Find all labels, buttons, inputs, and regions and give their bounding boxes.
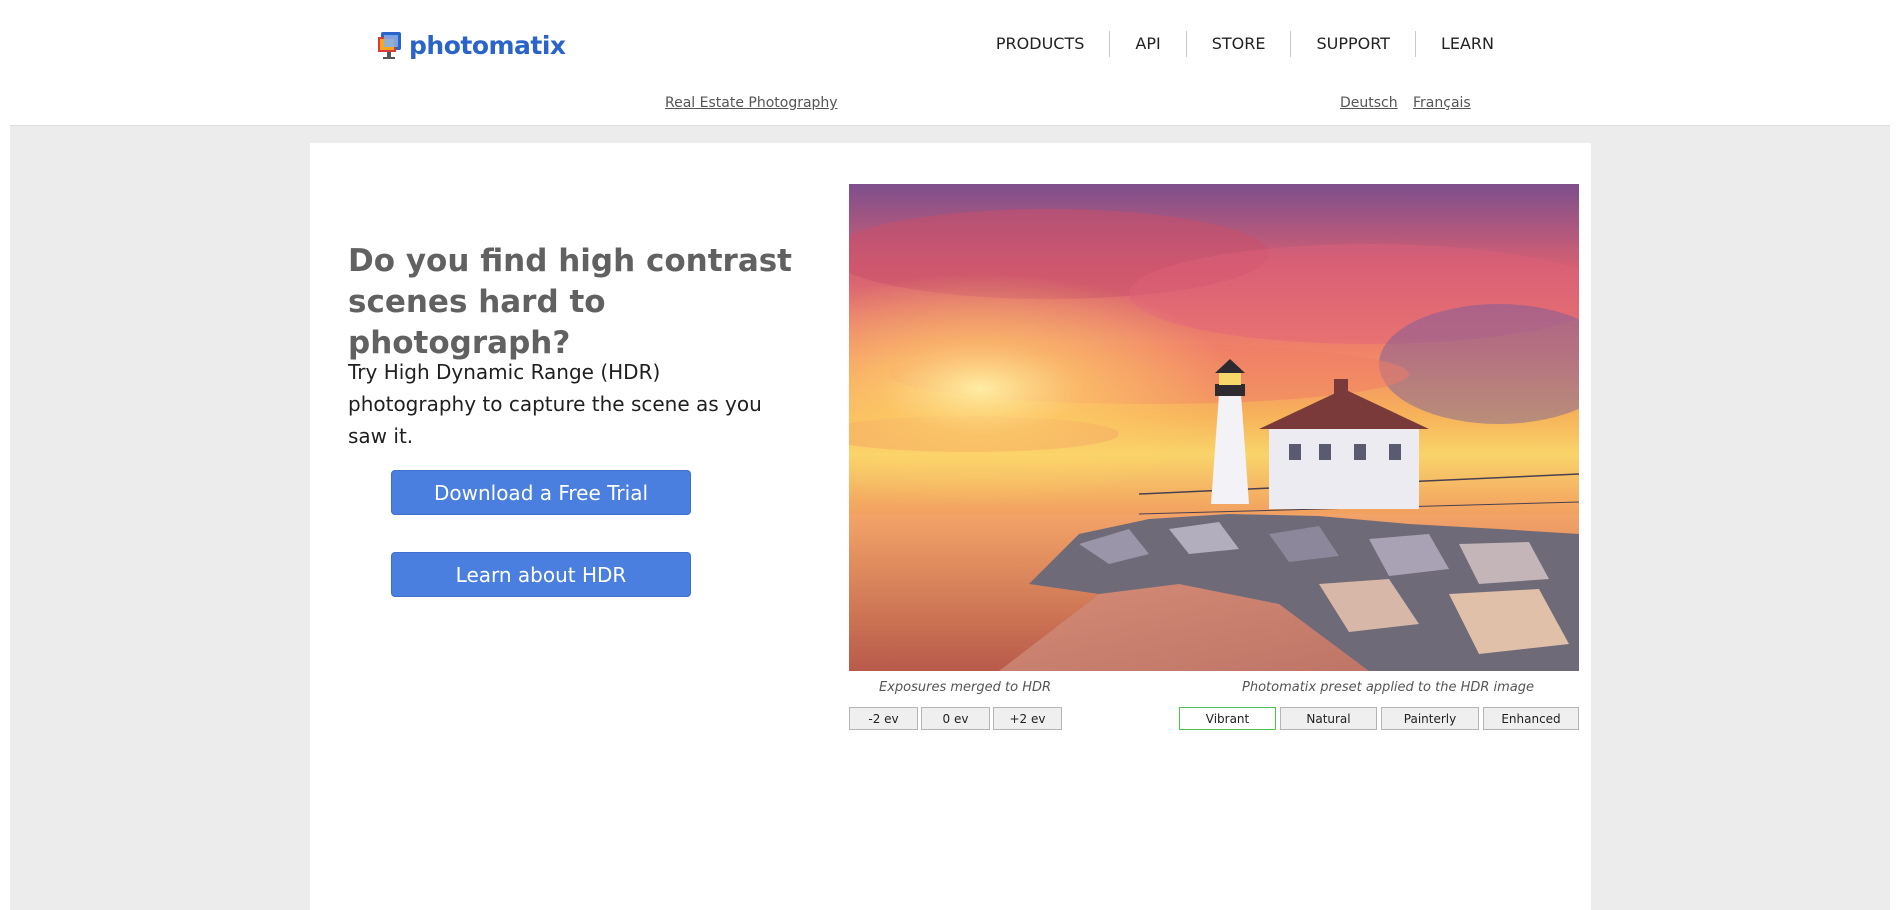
preset-enhanced-button[interactable]: Enhanced (1483, 707, 1579, 730)
hdr-example-image (849, 184, 1579, 671)
nav-api[interactable]: API (1109, 31, 1185, 57)
language-francais-link[interactable]: Français (1413, 95, 1471, 111)
hero-lead: Try High Dynamic Range (HDR) photography… (348, 360, 762, 448)
nav-learn[interactable]: LEARN (1414, 31, 1494, 57)
exposure-plus2-button[interactable]: +2 ev (993, 707, 1062, 730)
download-free-trial-button[interactable]: Download a Free Trial (391, 470, 691, 515)
exposure-minus2-button[interactable]: -2 ev (849, 707, 918, 730)
exposures-caption: Exposures merged to HDR (879, 680, 1052, 695)
site-header: photomatix PRODUCTS API STORE SUPPORT LE… (0, 0, 1898, 126)
logo-wordmark: photomatix (409, 30, 566, 60)
presets-caption: Photomatix preset applied to the HDR ima… (1242, 680, 1535, 695)
preset-vibrant-button[interactable]: Vibrant (1179, 707, 1276, 730)
nav-support[interactable]: SUPPORT (1290, 31, 1414, 57)
preset-painterly-button[interactable]: Painterly (1381, 707, 1479, 730)
photomatix-logo-icon (377, 31, 403, 59)
nav-store[interactable]: STORE (1185, 31, 1291, 57)
learn-about-hdr-button[interactable]: Learn about HDR (391, 552, 691, 597)
main-nav: PRODUCTS API STORE SUPPORT LEARN (971, 31, 1494, 57)
real-estate-photography-link[interactable]: Real Estate Photography (665, 95, 838, 111)
page: photomatix PRODUCTS API STORE SUPPORT LE… (0, 0, 1898, 910)
exposure-0-button[interactable]: 0 ev (921, 707, 990, 730)
nav-products[interactable]: PRODUCTS (971, 31, 1110, 57)
language-deutsch-link[interactable]: Deutsch (1340, 95, 1398, 111)
logo[interactable]: photomatix (377, 29, 566, 61)
hero-headline: Do you find high contrast scenes hard to… (348, 243, 793, 361)
preset-natural-button[interactable]: Natural (1280, 707, 1377, 730)
